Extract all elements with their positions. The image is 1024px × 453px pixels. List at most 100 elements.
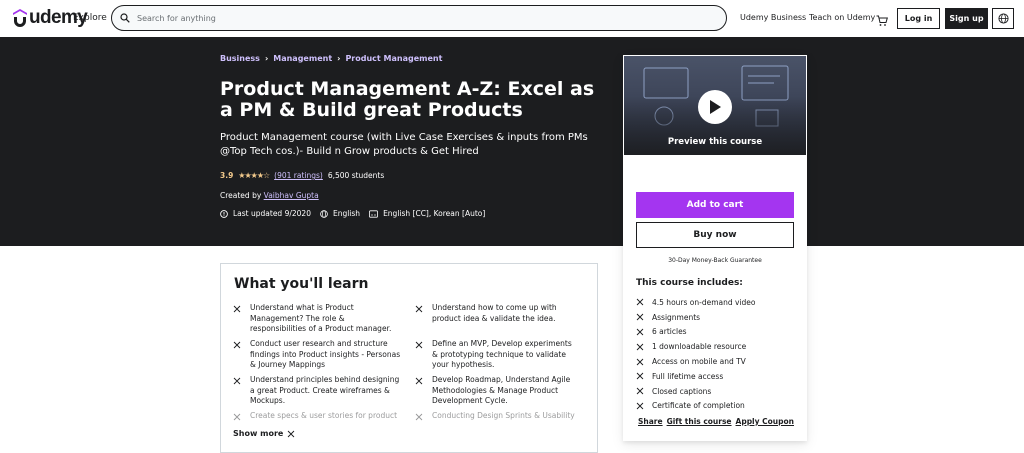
include-label: 6 articles [652, 327, 687, 337]
show-more-button[interactable]: Show more [233, 429, 295, 438]
infinity-icon [636, 372, 652, 380]
buy-now-button[interactable]: Buy now [636, 222, 794, 248]
students-count: 6,500 students [327, 171, 385, 180]
list-item: Access on mobile and TV [636, 354, 801, 369]
udemy-logo-icon [13, 9, 27, 27]
course-meta: Last updated 9/2020 English English [CC]… [220, 209, 485, 218]
breadcrumb-management[interactable]: Management [273, 54, 332, 63]
star-rating-icon: ★★★★☆ [238, 171, 270, 180]
check-icon [233, 303, 250, 335]
check-icon [233, 411, 250, 425]
assignment-icon [636, 313, 652, 321]
share-link[interactable]: Share [638, 417, 663, 426]
check-icon [233, 339, 250, 371]
captions-icon [636, 387, 652, 395]
list-item: Assignments [636, 310, 801, 325]
money-back-guarantee: 30-Day Money-Back Guarantee [668, 257, 762, 264]
alert-icon [220, 209, 228, 218]
add-to-cart-button[interactable]: Add to cart [636, 192, 794, 218]
learn-heading: What you'll learn [234, 276, 369, 292]
includes-heading: This course includes: [636, 278, 743, 288]
learn-item-text: Understand how to come up with product i… [432, 303, 557, 323]
signup-button[interactable]: Sign up [945, 8, 988, 29]
list-item: Full lifetime access [636, 369, 801, 384]
chevron-right-icon: › [337, 54, 341, 63]
check-icon [415, 303, 432, 324]
apply-coupon-link[interactable]: Apply Coupon [736, 417, 794, 426]
learn-item-text: Create specs & user stories for product [250, 411, 398, 420]
globe-icon [320, 209, 328, 218]
breadcrumb: Business › Management › Product Manageme… [220, 54, 442, 63]
check-icon [415, 339, 432, 371]
mobile-icon [636, 358, 652, 366]
list-item: Create specs & user stories for product [233, 411, 401, 425]
includes-list: 4.5 hours on-demand video Assignments 6 … [636, 295, 801, 413]
search-icon[interactable] [120, 13, 130, 23]
learn-item-text: Conducting Design Sprints & Usability [432, 411, 575, 420]
udemy-business-link[interactable]: Udemy Business [740, 13, 806, 22]
list-item: 4.5 hours on-demand video [636, 295, 801, 310]
course-language: English [332, 209, 361, 218]
learn-item-text: Define an MVP, Develop experiments & pro… [432, 339, 572, 369]
download-icon [636, 343, 652, 351]
learn-item-text: Understand what is Product Management? T… [250, 303, 392, 333]
show-more-label: Show more [233, 429, 284, 438]
list-item: Understand what is Product Management? T… [233, 303, 401, 335]
list-item: Develop Roadmap, Understand Agile Method… [415, 375, 583, 407]
course-title: Product Management A-Z: Excel as a PM & … [220, 78, 595, 121]
list-item: Define an MVP, Develop experiments & pro… [415, 339, 573, 371]
list-item: Certificate of completion [636, 399, 801, 414]
include-label: 4.5 hours on-demand video [652, 297, 756, 307]
rating-value: 3.9 [220, 171, 234, 180]
sidebar-links: Share Gift this course Apply Coupon [638, 417, 794, 426]
list-item: 6 articles [636, 325, 801, 340]
include-label: Closed captions [652, 386, 712, 396]
chevron-right-icon: › [264, 54, 269, 63]
include-label: Full lifetime access [652, 371, 724, 381]
article-icon [636, 328, 652, 336]
cart-icon[interactable] [876, 12, 888, 31]
search-input[interactable]: Search for anything [137, 14, 216, 23]
language-button[interactable] [992, 8, 1014, 29]
check-icon [415, 411, 432, 425]
top-navbar: udemy Explore Search for anything Udemy … [0, 0, 1024, 37]
list-item: 1 downloadable resource [636, 339, 801, 354]
teach-on-udemy-link[interactable]: Teach on Udemy [809, 13, 875, 22]
breadcrumb-business[interactable]: Business [220, 54, 260, 63]
chevron-down-icon [288, 430, 295, 437]
created-by: Created by Vaibhav Gupta [220, 191, 319, 200]
list-item: Understand how to come up with product i… [415, 303, 587, 324]
trophy-icon [636, 402, 652, 410]
check-icon [415, 375, 432, 407]
globe-icon [997, 13, 1009, 24]
list-item: Conducting Design Sprints & Usability [415, 411, 583, 425]
breadcrumb-product-management[interactable]: Product Management [345, 54, 442, 63]
ratings-count-link[interactable]: (901 ratings) [274, 171, 323, 180]
rating-row: 3.9 ★★★★☆ (901 ratings) 6,500 students [220, 171, 384, 180]
instructor-link[interactable]: Vaibhav Gupta [264, 191, 319, 200]
captions-icon [369, 209, 378, 218]
video-icon [636, 298, 652, 306]
gift-course-link[interactable]: Gift this course [667, 417, 732, 426]
learn-item-text: Conduct user research and structure find… [250, 339, 401, 369]
play-icon[interactable] [698, 90, 732, 124]
include-label: Assignments [652, 312, 701, 322]
last-updated: Last updated 9/2020 [233, 209, 311, 218]
login-button[interactable]: Log in [897, 8, 940, 29]
learn-item-text: Understand principles behind designing a… [250, 375, 400, 405]
include-label: Certificate of completion [652, 401, 745, 411]
created-by-label: Created by [220, 191, 262, 200]
course-captions: English [CC], Korean [Auto] [383, 209, 486, 218]
list-item: Conduct user research and structure find… [233, 339, 401, 371]
course-subtitle: Product Management course (with Live Cas… [220, 132, 588, 157]
explore-link[interactable]: Explore [73, 13, 107, 23]
purchase-sidebar: Preview this course Add to cart Buy now … [623, 55, 807, 441]
preview-course-label[interactable]: Preview this course [624, 137, 806, 147]
learn-item-text: Develop Roadmap, Understand Agile Method… [432, 375, 571, 405]
include-label: Access on mobile and TV [652, 357, 746, 367]
search-bar[interactable]: Search for anything [111, 5, 727, 31]
course-preview-video[interactable]: Preview this course [624, 56, 806, 155]
check-icon [233, 375, 250, 407]
include-label: 1 downloadable resource [652, 342, 747, 352]
list-item: Closed captions [636, 384, 801, 399]
